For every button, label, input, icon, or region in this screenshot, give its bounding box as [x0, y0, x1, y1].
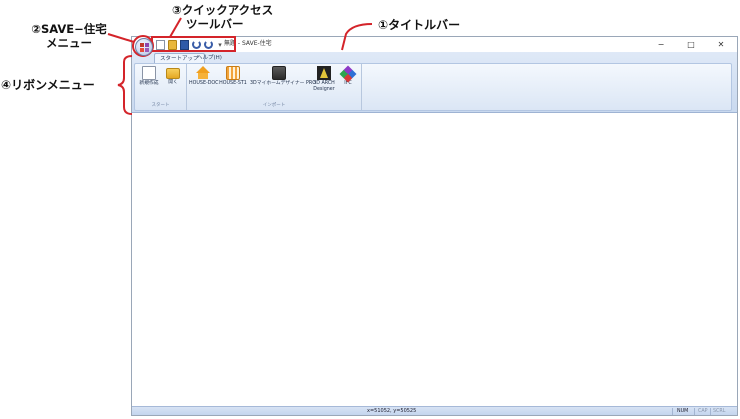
title-bar: ▾ 無題 - SAVE-住宅 − □ ✕ [132, 37, 737, 56]
scroll-lock-indicator: SCRL [713, 409, 726, 414]
ribbon-bracket [117, 55, 133, 115]
quick-access-toolbar: ▾ [156, 39, 224, 50]
ribbon-group-import: HOUSE-DOC HOUSE-ST1 3Dマイホームデザイナー PRO 3D … [187, 64, 362, 110]
group-label-import: インポート [262, 103, 286, 108]
ribbon-tabs: スタートアップ ヘルプ(H) [132, 52, 737, 63]
caps-lock-indicator: CAP [698, 409, 708, 414]
window-title: 無題 - SAVE-住宅 [224, 40, 272, 47]
3d-myhome-designer-button[interactable]: 3Dマイホームデザイナー PRO [250, 66, 317, 87]
new-button[interactable]: 新規作成 [138, 66, 160, 87]
3d-myhome-designer-label: 3Dマイホームデザイナー PRO [250, 81, 317, 86]
status-separator [672, 408, 673, 415]
annotation-qat-line2: ツールバー [186, 17, 244, 31]
new-doc-icon[interactable] [156, 39, 165, 50]
annotation-ribbon: ④リボンメニュー [1, 78, 95, 92]
open-folder-icon [166, 68, 180, 79]
house-icon [196, 66, 210, 79]
coordinate-readout: x=51052, y=50525 [367, 408, 417, 414]
annotation-app-menu-line1: ②SAVE−住宅 [31, 22, 107, 36]
redo-icon[interactable] [204, 40, 213, 49]
camera-icon [272, 66, 286, 80]
status-separator [694, 408, 695, 415]
annotation-app-menu: ②SAVE−住宅 メニュー [20, 22, 118, 50]
status-separator [710, 408, 711, 415]
save-icon[interactable] [180, 39, 189, 50]
open-folder-icon[interactable] [168, 39, 177, 50]
document-area[interactable] [132, 114, 737, 406]
minimize-button[interactable]: − [646, 37, 676, 52]
ribbon: スタートアップ ヘルプ(H) 新規作成 開く スタート HOUSE-DOC HO… [132, 52, 737, 113]
ifc-icon [339, 65, 357, 83]
house-st1-button[interactable]: HOUSE-ST1 [219, 66, 247, 87]
app-window: ▾ 無題 - SAVE-住宅 − □ ✕ スタートアップ ヘルプ(H) 新規作成 [131, 36, 738, 416]
ribbon-panel: 新規作成 開く スタート HOUSE-DOC HOUSE-ST1 3Dマイホーム… [134, 63, 732, 111]
arch-icon [317, 66, 331, 80]
status-bar: x=51052, y=50525 NUM CAP SCRL [132, 406, 737, 415]
annotation-qat: ③クイックアクセス ツールバー [172, 3, 273, 31]
app-menu-icon [140, 43, 149, 52]
3d-arch-designer-button[interactable]: 3D ARCH Designer [311, 66, 337, 93]
house-doc-label: HOUSE-DOC [189, 81, 219, 86]
num-lock-indicator: NUM [677, 409, 689, 414]
grid-icon [226, 66, 240, 80]
screenshot-stage: ②SAVE−住宅 メニュー ③クイックアクセス ツールバー ①タイトルバー ④リ… [0, 0, 740, 419]
group-label-start: スタート [151, 103, 170, 108]
qat-customize-button[interactable]: ▾ [216, 40, 224, 50]
undo-icon[interactable] [192, 40, 201, 49]
annotation-app-menu-line2: メニュー [46, 36, 92, 50]
app-menu-button[interactable] [135, 38, 153, 56]
new-doc-icon [142, 66, 156, 80]
house-st1-label: HOUSE-ST1 [219, 81, 247, 86]
ifc-button[interactable]: IFC [339, 65, 357, 87]
new-button-label: 新規作成 [139, 81, 159, 86]
maximize-button[interactable]: □ [676, 37, 706, 52]
annotation-titlebar: ①タイトルバー [378, 18, 461, 32]
open-button-label: 開く [168, 80, 178, 85]
tab-help[interactable]: ヘルプ(H) [192, 53, 227, 63]
close-button[interactable]: ✕ [706, 37, 736, 52]
annotation-qat-line1: ③クイックアクセス [172, 3, 274, 17]
open-button[interactable]: 開く [163, 66, 183, 86]
house-doc-button[interactable]: HOUSE-DOC [189, 66, 219, 87]
ribbon-group-start: 新規作成 開く スタート [135, 64, 187, 110]
3d-arch-designer-label: 3D ARCH Designer [313, 81, 335, 92]
